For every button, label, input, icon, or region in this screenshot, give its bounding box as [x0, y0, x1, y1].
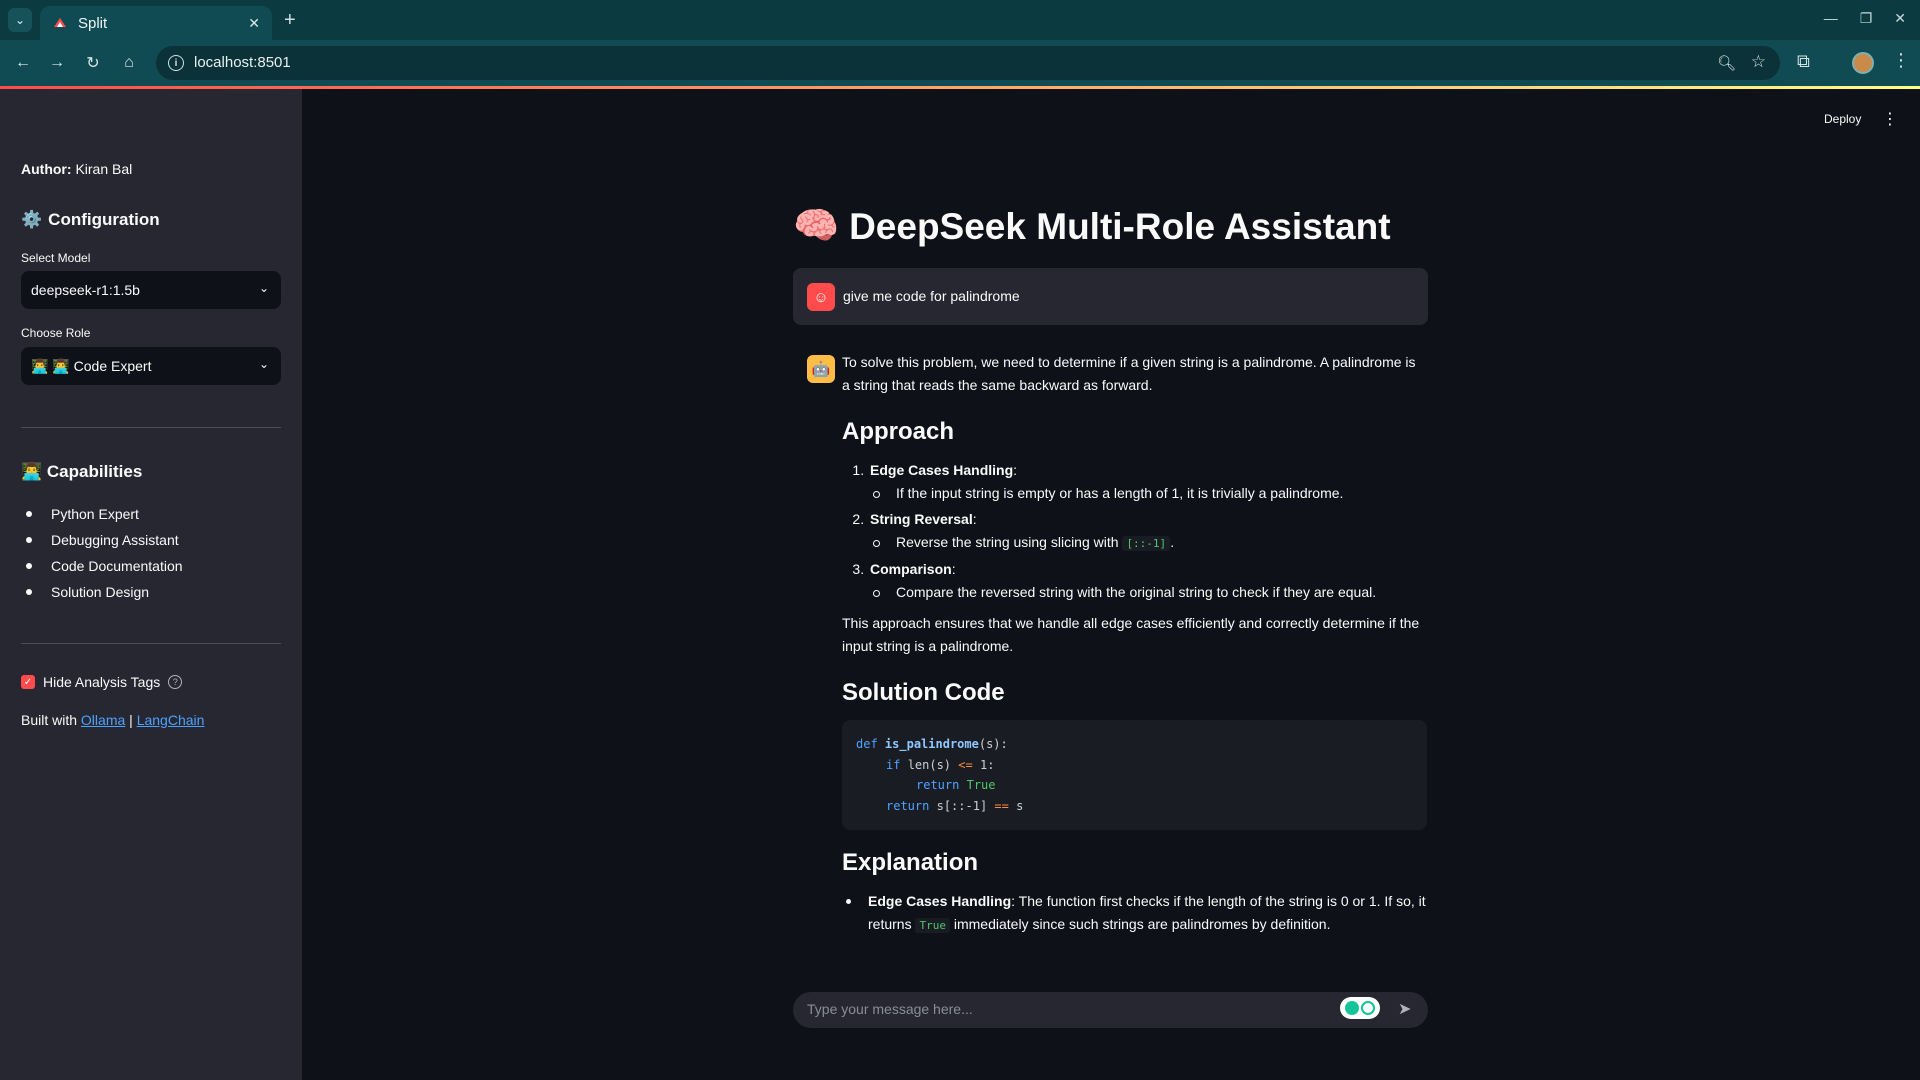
list-item: Code Documentation	[21, 553, 183, 579]
deploy-button[interactable]: Deploy	[1824, 112, 1861, 126]
choose-role-label: Choose Role	[21, 326, 91, 340]
approach-steps: Edge Cases Handling: If the input string…	[868, 459, 1427, 604]
new-tab-button[interactable]: +	[284, 9, 296, 32]
list-item: Compare the reversed string with the ori…	[870, 581, 1427, 604]
author-line: Author: Kiran Bal	[21, 161, 132, 177]
approach-heading: Approach	[842, 418, 955, 445]
chat-input-bar: ➤	[793, 992, 1428, 1028]
zoom-icon[interactable]: 🔍︎	[1717, 54, 1736, 72]
model-select[interactable]: deepseek-r1:1.5b ⌄	[21, 271, 281, 309]
close-window-icon[interactable]: ✕	[1894, 10, 1906, 27]
select-model-label: Select Model	[21, 251, 91, 265]
send-icon[interactable]: ➤	[1398, 999, 1411, 1019]
ollama-link[interactable]: Ollama	[81, 712, 125, 728]
reload-icon[interactable]: ↻	[82, 52, 104, 74]
home-icon[interactable]: ⌂	[118, 52, 140, 74]
model-select-value: deepseek-r1:1.5b	[31, 282, 140, 298]
hide-analysis-tags-label[interactable]: Hide Analysis Tags	[43, 674, 160, 690]
forward-icon[interactable]: →	[46, 52, 68, 74]
sidebar: Author: Kiran Bal ⚙️ Configuration Selec…	[0, 89, 302, 1080]
configuration-heading-text: Configuration	[48, 210, 160, 229]
chevron-down-icon: ⌄	[258, 357, 269, 371]
address-bar[interactable]: i localhost:8501 🔍︎ ☆	[156, 46, 1780, 80]
built-with-separator: |	[129, 712, 133, 728]
role-select-value: 👨‍💻 👨‍💻 Code Expert	[31, 357, 152, 374]
tab-close-icon[interactable]: ✕	[248, 15, 260, 32]
browser-tab[interactable]: Split ✕	[40, 6, 272, 40]
list-item: Comparison: Compare the reversed string …	[868, 558, 1427, 604]
user-chat-message: ☺ give me code for palindrome	[793, 268, 1428, 325]
back-icon[interactable]: ←	[12, 52, 34, 74]
configuration-heading: ⚙️ Configuration	[21, 210, 160, 230]
hide-analysis-tags-checkbox[interactable]: ✓	[21, 675, 35, 689]
built-with-prefix: Built with	[21, 712, 78, 728]
list-item: Solution Design	[21, 579, 183, 605]
browser-menu-icon[interactable]: ⋮	[1892, 50, 1910, 71]
built-with-line: Built with Ollama | LangChain	[21, 712, 204, 728]
list-item: If the input string is empty or has a le…	[870, 482, 1427, 505]
explanation-list: Edge Cases Handling: The function first …	[842, 890, 1427, 937]
role-select[interactable]: 👨‍💻 👨‍💻 Code Expert ⌄	[21, 347, 281, 385]
capabilities-heading: 👨‍💻 Capabilities	[21, 462, 143, 481]
sidebar-divider	[21, 427, 281, 428]
inline-code: [::-1]	[1122, 536, 1171, 551]
user-message-text: give me code for palindrome	[843, 288, 1020, 304]
url-text[interactable]: localhost:8501	[194, 54, 291, 71]
chat-input[interactable]	[807, 1001, 1307, 1017]
bookmark-star-icon[interactable]: ☆	[1751, 52, 1766, 72]
intro-paragraph: To solve this problem, we need to determ…	[842, 354, 1416, 393]
window-controls: — ❐ ✕	[1824, 10, 1906, 27]
main-area: Deploy ⋮ 🧠 DeepSeek Multi-Role Assistant…	[302, 89, 1920, 1080]
grammarly-icon[interactable]	[1340, 997, 1380, 1019]
hide-analysis-tags-row[interactable]: ✓ Hide Analysis Tags ?	[21, 674, 183, 690]
assistant-avatar-icon: 🤖	[807, 355, 835, 383]
brain-icon: 🧠	[793, 205, 840, 246]
list-item: Python Expert	[21, 501, 183, 527]
author-name: Kiran Bal	[75, 161, 133, 177]
page-title: 🧠 DeepSeek Multi-Role Assistant	[793, 205, 1391, 248]
gear-icon: ⚙️	[21, 210, 43, 229]
explanation-heading: Explanation	[842, 849, 979, 876]
assistant-message: To solve this problem, we need to determ…	[842, 351, 1427, 937]
tab-title: Split	[78, 14, 108, 32]
list-item: Edge Cases Handling: If the input string…	[868, 459, 1427, 505]
streamlit-favicon-icon	[54, 18, 66, 27]
sidebar-divider	[21, 643, 281, 644]
site-info-icon[interactable]: i	[168, 55, 184, 71]
app-menu-icon[interactable]: ⋮	[1882, 109, 1898, 129]
list-item: Reverse the string using slicing with [:…	[870, 531, 1427, 555]
browser-tab-bar: ⌄ Split ✕ + — ❐ ✕	[0, 0, 1920, 40]
list-item: String Reversal: Reverse the string usin…	[868, 508, 1427, 555]
restore-icon[interactable]: ❐	[1860, 10, 1873, 27]
page-title-text: DeepSeek Multi-Role Assistant	[849, 205, 1391, 247]
chevron-down-icon: ⌄	[258, 281, 269, 295]
langchain-link[interactable]: LangChain	[137, 712, 205, 728]
capabilities-list: Python Expert Debugging Assistant Code D…	[21, 501, 183, 605]
list-item: Edge Cases Handling: The function first …	[842, 890, 1427, 937]
help-icon[interactable]: ?	[168, 675, 183, 689]
profile-avatar[interactable]	[1852, 52, 1874, 74]
tab-search-chevron-icon[interactable]: ⌄	[8, 8, 32, 32]
minimize-icon[interactable]: —	[1824, 10, 1838, 27]
extensions-icon[interactable]: ⧉	[1797, 51, 1810, 72]
author-label: Author:	[21, 161, 72, 177]
code-block[interactable]: def is_palindrome(s): if len(s) <= 1: re…	[842, 720, 1427, 830]
solution-heading: Solution Code	[842, 679, 1005, 706]
user-avatar-icon: ☺	[807, 283, 835, 311]
list-item: Debugging Assistant	[21, 527, 183, 553]
approach-summary: This approach ensures that we handle all…	[842, 615, 1420, 654]
